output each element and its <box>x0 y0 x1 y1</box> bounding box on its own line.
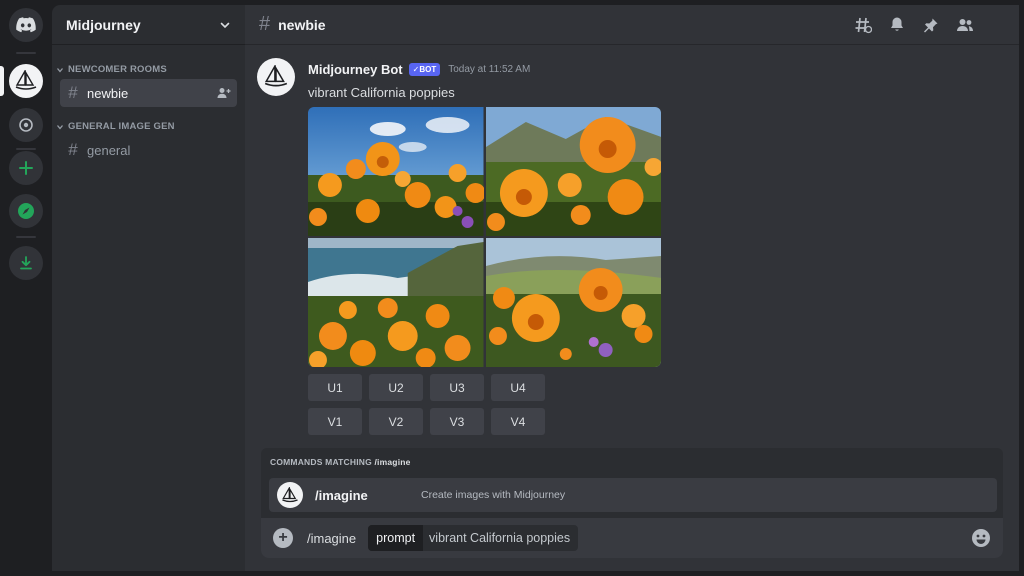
midjourney-boat-icon <box>15 70 37 90</box>
bot-avatar <box>277 482 303 508</box>
image-tile-3[interactable] <box>308 238 484 367</box>
category-general-image-gen[interactable]: GENERAL IMAGE GEN <box>52 121 245 132</box>
option-name: prompt <box>368 525 424 551</box>
chevron-down-icon <box>57 67 63 73</box>
attach-plus-icon[interactable]: + <box>273 528 293 548</box>
poppy-image <box>308 238 484 367</box>
hash-icon: # <box>68 140 78 159</box>
invite-member-icon[interactable] <box>217 87 231 99</box>
command-imagine-option[interactable]: /imagine Create images with Midjourney <box>269 478 997 512</box>
hash-icon: # <box>68 83 78 102</box>
channel-title: newbie <box>278 16 326 33</box>
variation-3-button[interactable]: V3 <box>430 408 484 435</box>
chevron-down-icon <box>220 22 230 28</box>
chat-area: # newbie Midjourney Bot ✓BOT Today at 11… <box>245 5 1019 571</box>
pin-icon[interactable] <box>921 15 941 35</box>
emoji-icon[interactable] <box>971 528 991 548</box>
add-server-button[interactable] <box>9 151 43 185</box>
commands-popup: COMMANDS MATCHING /imagine /imagine Crea… <box>261 448 1003 518</box>
slash-command: /imagine <box>307 530 357 546</box>
message-input[interactable]: + /imagine prompt vibrant California pop… <box>261 518 1003 558</box>
hash-icon: # <box>259 13 271 35</box>
poppy-image <box>308 107 484 236</box>
rail-divider <box>16 52 36 54</box>
variation-2-button[interactable]: V2 <box>369 408 423 435</box>
command-name: /imagine <box>315 487 368 503</box>
server-name: Midjourney <box>66 16 141 33</box>
bot-avatar[interactable] <box>257 58 295 96</box>
rail-divider <box>16 236 36 238</box>
image-tile-4[interactable] <box>485 238 661 367</box>
image-grid[interactable] <box>308 107 661 367</box>
upscale-4-button[interactable]: U4 <box>491 374 545 401</box>
image-tile-2[interactable] <box>485 107 661 236</box>
midjourney-boat-icon <box>282 486 298 502</box>
rail-divider <box>16 148 36 150</box>
chevron-down-icon <box>57 124 63 130</box>
image-tile-1[interactable] <box>308 107 484 236</box>
commands-title: COMMANDS MATCHING /imagine <box>270 457 411 467</box>
option-value[interactable]: vibrant California poppies <box>423 525 578 551</box>
compass-icon <box>18 203 34 219</box>
upscale-3-button[interactable]: U3 <box>430 374 484 401</box>
message-text: vibrant California poppies <box>308 85 455 100</box>
server-button-2[interactable] <box>9 108 43 142</box>
poppy-image <box>485 238 661 367</box>
channel-newbie[interactable]: # newbie <box>60 79 237 107</box>
bot-badge: ✓BOT <box>408 63 441 76</box>
download-icon <box>20 256 32 270</box>
category-label: NEWCOMER ROOMS <box>68 64 167 75</box>
gear-icon <box>19 118 33 132</box>
server-header[interactable]: Midjourney <box>52 5 245 45</box>
variation-4-button[interactable]: V4 <box>491 408 545 435</box>
discord-home-button[interactable] <box>9 8 43 42</box>
channel-sidebar: Midjourney NEWCOMER ROOMS # newbie GENER… <box>52 5 245 571</box>
bell-icon[interactable] <box>887 15 907 35</box>
threads-icon[interactable] <box>853 15 873 35</box>
discord-icon <box>16 17 36 33</box>
category-label: GENERAL IMAGE GEN <box>68 121 175 132</box>
midjourney-server-button[interactable] <box>9 64 43 98</box>
variation-1-button[interactable]: V1 <box>308 408 362 435</box>
prompt-option[interactable]: prompt vibrant California poppies <box>368 525 579 551</box>
channel-label: general <box>87 142 131 158</box>
command-description: Create images with Midjourney <box>421 489 566 501</box>
server-rail <box>0 0 52 576</box>
plus-icon <box>19 161 33 175</box>
members-icon[interactable] <box>955 15 975 35</box>
channel-header: # newbie <box>245 5 1019 45</box>
explore-servers-button[interactable] <box>9 194 43 228</box>
channel-label: newbie <box>87 85 129 101</box>
poppy-image <box>485 107 661 236</box>
timestamp: Today at 11:52 AM <box>448 64 531 75</box>
midjourney-boat-icon <box>264 65 288 87</box>
channel-general[interactable]: # general <box>60 136 237 164</box>
upscale-2-button[interactable]: U2 <box>369 374 423 401</box>
author-name[interactable]: Midjourney Bot <box>308 62 403 77</box>
variation-row: V1 V2 V3 V4 <box>308 408 545 435</box>
category-newcomer-rooms[interactable]: NEWCOMER ROOMS <box>52 64 245 75</box>
upscale-1-button[interactable]: U1 <box>308 374 362 401</box>
upscale-row: U1 U2 U3 U4 <box>308 374 545 401</box>
download-apps-button[interactable] <box>9 246 43 280</box>
selected-server-indicator <box>0 66 4 96</box>
